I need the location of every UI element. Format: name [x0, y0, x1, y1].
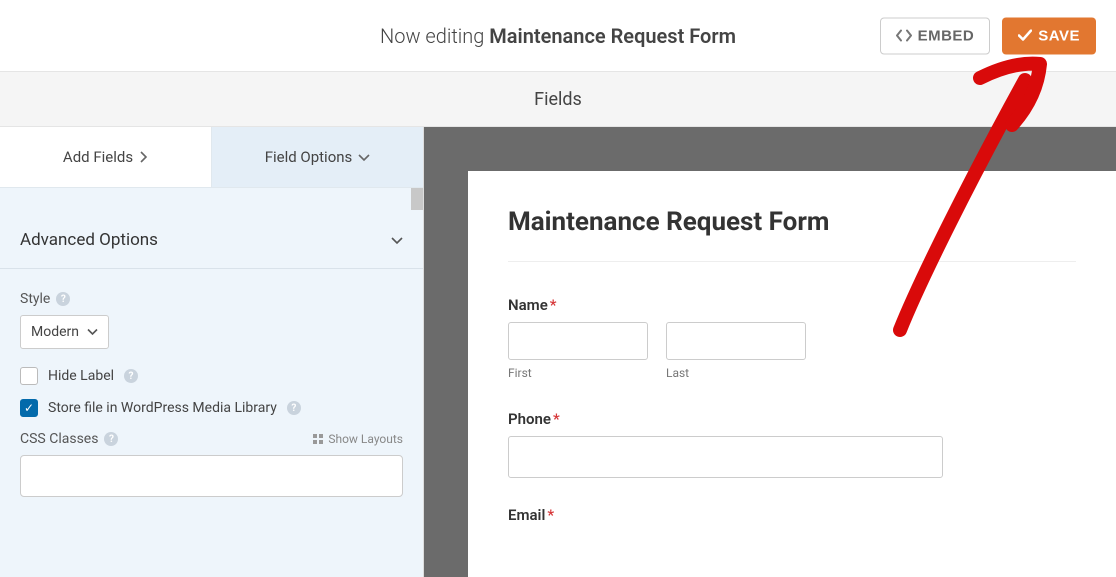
css-classes-label: CSS Classes — [20, 431, 98, 447]
sidebar-tabs: Add Fields Field Options — [0, 127, 423, 188]
last-name-input[interactable] — [666, 322, 806, 360]
fields-section-title: Fields — [0, 72, 1116, 127]
sidebar-body: Advanced Options Style ? Modern Hide Lab… — [0, 188, 423, 577]
required-asterisk: * — [547, 506, 554, 524]
css-classes-input[interactable] — [20, 455, 403, 497]
save-button[interactable]: SAVE — [1002, 17, 1096, 54]
first-sublabel: First — [508, 366, 648, 380]
show-layouts-button[interactable]: Show Layouts — [313, 432, 403, 446]
editor-header: Now editing Maintenance Request Form EMB… — [0, 0, 1116, 72]
embed-button[interactable]: EMBED — [880, 17, 991, 54]
tab-field-options[interactable]: Field Options — [212, 127, 423, 187]
show-layouts-label: Show Layouts — [328, 432, 403, 446]
sidebar: Add Fields Field Options Advanced Option… — [0, 127, 424, 577]
chevron-down-icon — [358, 153, 370, 162]
style-label: Style — [20, 291, 50, 307]
style-select[interactable]: Modern — [20, 315, 109, 349]
help-icon[interactable]: ? — [287, 401, 301, 415]
code-icon — [896, 29, 912, 43]
style-value: Modern — [31, 324, 79, 340]
sidebar-scrollbar[interactable] — [411, 188, 423, 210]
last-sublabel: Last — [666, 366, 806, 380]
check-icon — [1018, 30, 1032, 42]
required-asterisk: * — [553, 410, 560, 428]
style-label-row: Style ? — [20, 291, 403, 307]
form-title: Maintenance Request Form — [508, 207, 1076, 237]
email-label: Email* — [508, 506, 1076, 524]
name-field[interactable]: Name* First Last — [508, 296, 1076, 380]
preview-page: Maintenance Request Form Name* First Las… — [468, 171, 1116, 577]
hide-label-checkbox[interactable] — [20, 367, 38, 385]
form-preview: Maintenance Request Form Name* First Las… — [424, 127, 1116, 577]
save-label: SAVE — [1038, 27, 1080, 44]
tab-add-fields[interactable]: Add Fields — [0, 127, 212, 187]
first-name-input[interactable] — [508, 322, 648, 360]
grid-icon — [313, 434, 324, 445]
hide-label-checkbox-row[interactable]: Hide Label ? — [20, 367, 403, 385]
help-icon[interactable]: ? — [56, 292, 70, 306]
editing-prefix: Now editing — [380, 24, 489, 48]
store-file-checkbox-row[interactable]: ✓ Store file in WordPress Media Library … — [20, 399, 403, 417]
embed-label: EMBED — [918, 27, 975, 44]
chevron-down-icon — [391, 236, 403, 245]
store-file-checkbox[interactable]: ✓ — [20, 399, 38, 417]
chevron-down-icon — [87, 328, 98, 336]
advanced-options-label: Advanced Options — [20, 230, 158, 250]
name-row: First Last — [508, 322, 1076, 380]
help-icon[interactable]: ? — [104, 432, 118, 446]
last-name-col: Last — [666, 322, 806, 380]
phone-label: Phone* — [508, 410, 1076, 428]
editor-title: Now editing Maintenance Request Form — [380, 24, 736, 48]
css-classes-row: CSS Classes ? Show Layouts — [20, 431, 403, 447]
tab-add-fields-label: Add Fields — [63, 148, 133, 166]
required-asterisk: * — [550, 296, 557, 314]
phone-field[interactable]: Phone* — [508, 410, 1076, 478]
first-name-col: First — [508, 322, 648, 380]
hide-label-text: Hide Label — [48, 368, 114, 384]
editing-form-name: Maintenance Request Form — [489, 24, 736, 48]
header-actions: EMBED SAVE — [880, 17, 1096, 54]
email-field[interactable]: Email* — [508, 506, 1076, 524]
advanced-options-toggle[interactable]: Advanced Options — [0, 206, 423, 269]
tab-field-options-label: Field Options — [265, 148, 353, 166]
help-icon[interactable]: ? — [124, 369, 138, 383]
chevron-right-icon — [139, 151, 148, 163]
phone-input[interactable] — [508, 436, 943, 478]
form-divider — [508, 261, 1076, 262]
css-classes-label-wrap: CSS Classes ? — [20, 431, 118, 447]
store-file-text: Store file in WordPress Media Library — [48, 400, 277, 416]
name-label: Name* — [508, 296, 1076, 314]
